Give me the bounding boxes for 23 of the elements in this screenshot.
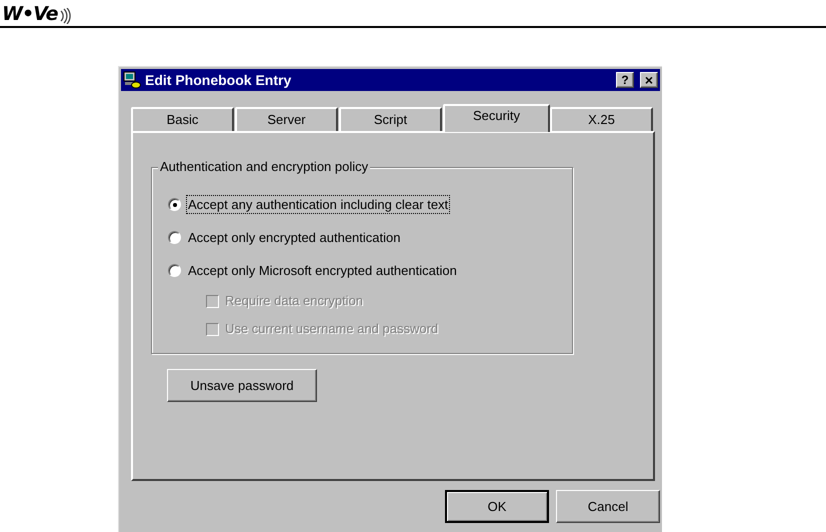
window-title: Edit Phonebook Entry: [145, 70, 292, 90]
radio-label: Accept any authentication including clear text: [187, 196, 450, 213]
tab[interactable]: Basic: [131, 107, 234, 131]
tab[interactable]: Server: [235, 107, 338, 131]
waves-icon: [58, 8, 73, 24]
close-button[interactable]: ×: [640, 72, 658, 88]
dialog-button[interactable]: OK: [445, 490, 549, 523]
tab[interactable]: Security: [443, 104, 550, 132]
radio-label: Accept only encrypted authentication: [187, 229, 402, 246]
phone-computer-icon: [123, 71, 141, 89]
radio-button[interactable]: [168, 264, 181, 277]
help-button[interactable]: ?: [616, 72, 634, 88]
radio-button[interactable]: [168, 231, 181, 244]
radio-label: Accept only Microsoft encrypted authentication: [187, 262, 458, 279]
tab[interactable]: Script: [339, 107, 442, 131]
checkbox-label: Use current username and password: [225, 320, 438, 338]
logo: W•Ve: [2, 5, 58, 24]
unsave-password-button[interactable]: Unsave password: [167, 369, 317, 402]
checkbox-label: Require data encryption: [225, 292, 364, 310]
dialog-button[interactable]: Cancel: [556, 490, 660, 523]
tab[interactable]: X.25: [550, 107, 653, 131]
radio-button[interactable]: [168, 198, 181, 211]
group-title: Authentication and encryption policy: [158, 159, 370, 175]
